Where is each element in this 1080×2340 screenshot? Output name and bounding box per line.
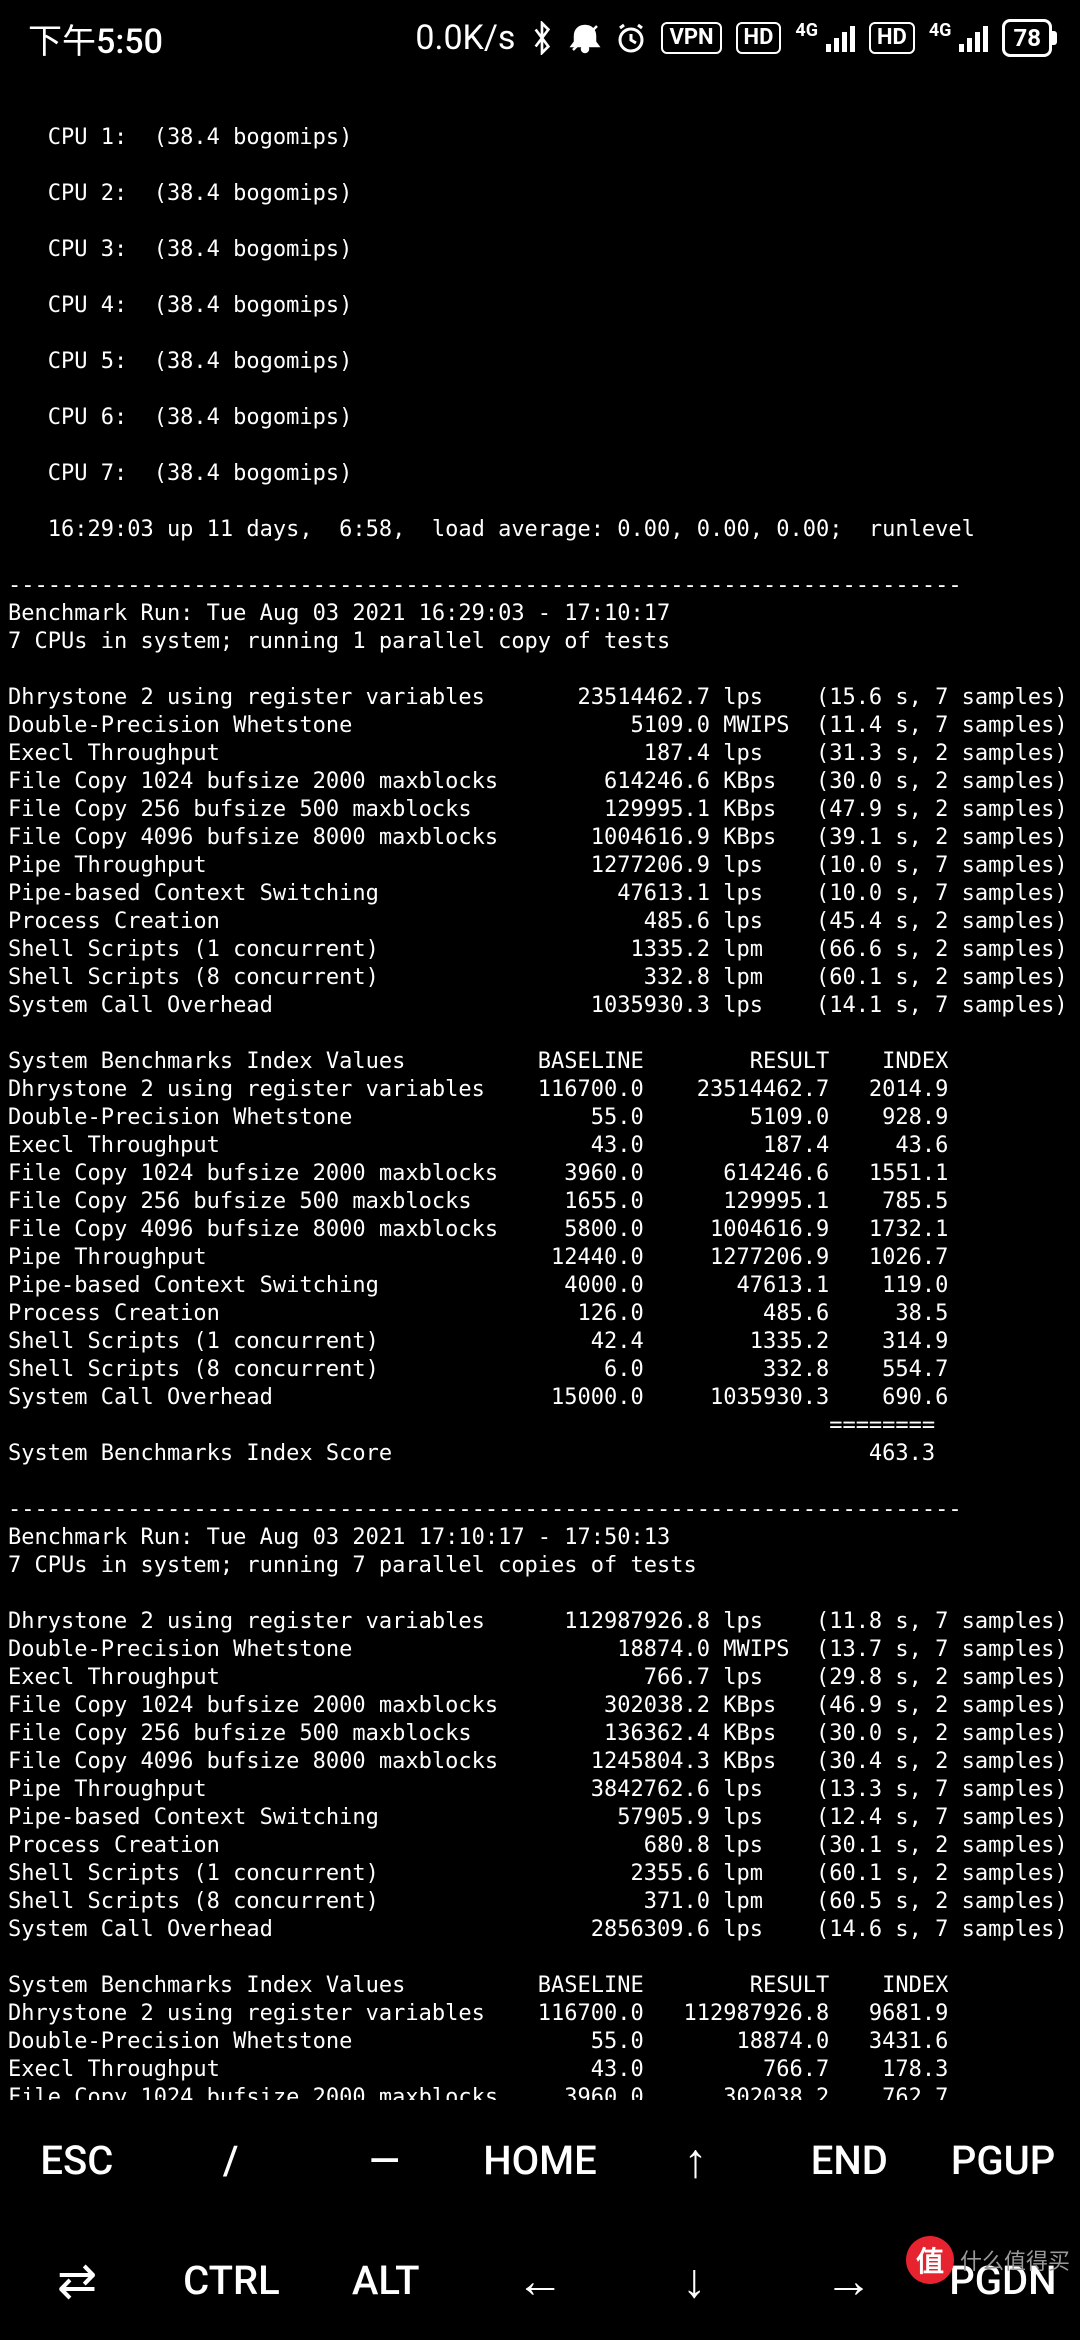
net-speed: 0.0K/s <box>415 18 515 58</box>
signal-icon-1 <box>826 24 855 52</box>
status-time: 下午5:50 <box>28 14 163 63</box>
mute-icon <box>569 22 601 54</box>
watermark-text: 什么值得买 <box>960 2244 1070 2276</box>
watermark-icon: 值 <box>906 2236 954 2284</box>
status-icons: 0.0K/s VPN HD 4G HD 4G 78 <box>415 18 1052 58</box>
key-alt[interactable]: ALT <box>331 2257 441 2304</box>
net-tag-1: 4G <box>795 20 818 41</box>
status-bar: 下午5:50 0.0K/s VPN HD 4G HD 4G 78 <box>0 0 1080 76</box>
net-tag-2: 4G <box>929 20 952 41</box>
vpn-badge: VPN <box>661 22 721 54</box>
kbd-row-1: ESC / — HOME ↑ END PGUP <box>0 2100 1080 2220</box>
key-left[interactable]: ← <box>485 2252 595 2309</box>
key-esc[interactable]: ESC <box>22 2137 132 2184</box>
key-home[interactable]: HOME <box>483 2137 597 2184</box>
bluetooth-icon <box>529 21 555 55</box>
terminal-output[interactable]: CPU 1: (38.4 bogomips) CPU 2: (38.4 bogo… <box>0 76 1080 2340</box>
key-right[interactable]: → <box>794 2252 904 2309</box>
key-up[interactable]: ↑ <box>641 2132 751 2189</box>
key-end[interactable]: END <box>794 2137 904 2184</box>
key-dash[interactable]: — <box>329 2137 439 2184</box>
key-pgup[interactable]: PGUP <box>948 2137 1058 2184</box>
key-down[interactable]: ↓ <box>639 2252 749 2309</box>
watermark: 值 什么值得买 <box>906 2236 1070 2284</box>
alarm-icon <box>615 22 647 54</box>
hd-badge-2: HD <box>869 22 915 54</box>
key-slash[interactable]: / <box>176 2137 286 2184</box>
key-tab[interactable]: ⇄ <box>22 2252 132 2309</box>
key-ctrl[interactable]: CTRL <box>176 2257 286 2304</box>
soft-keyboard: ESC / — HOME ↑ END PGUP ⇄ CTRL ALT ← ↓ →… <box>0 2100 1080 2340</box>
signal-icon-2 <box>959 24 988 52</box>
hd-badge-1: HD <box>736 22 782 54</box>
battery-indicator: 78 <box>1002 19 1052 57</box>
